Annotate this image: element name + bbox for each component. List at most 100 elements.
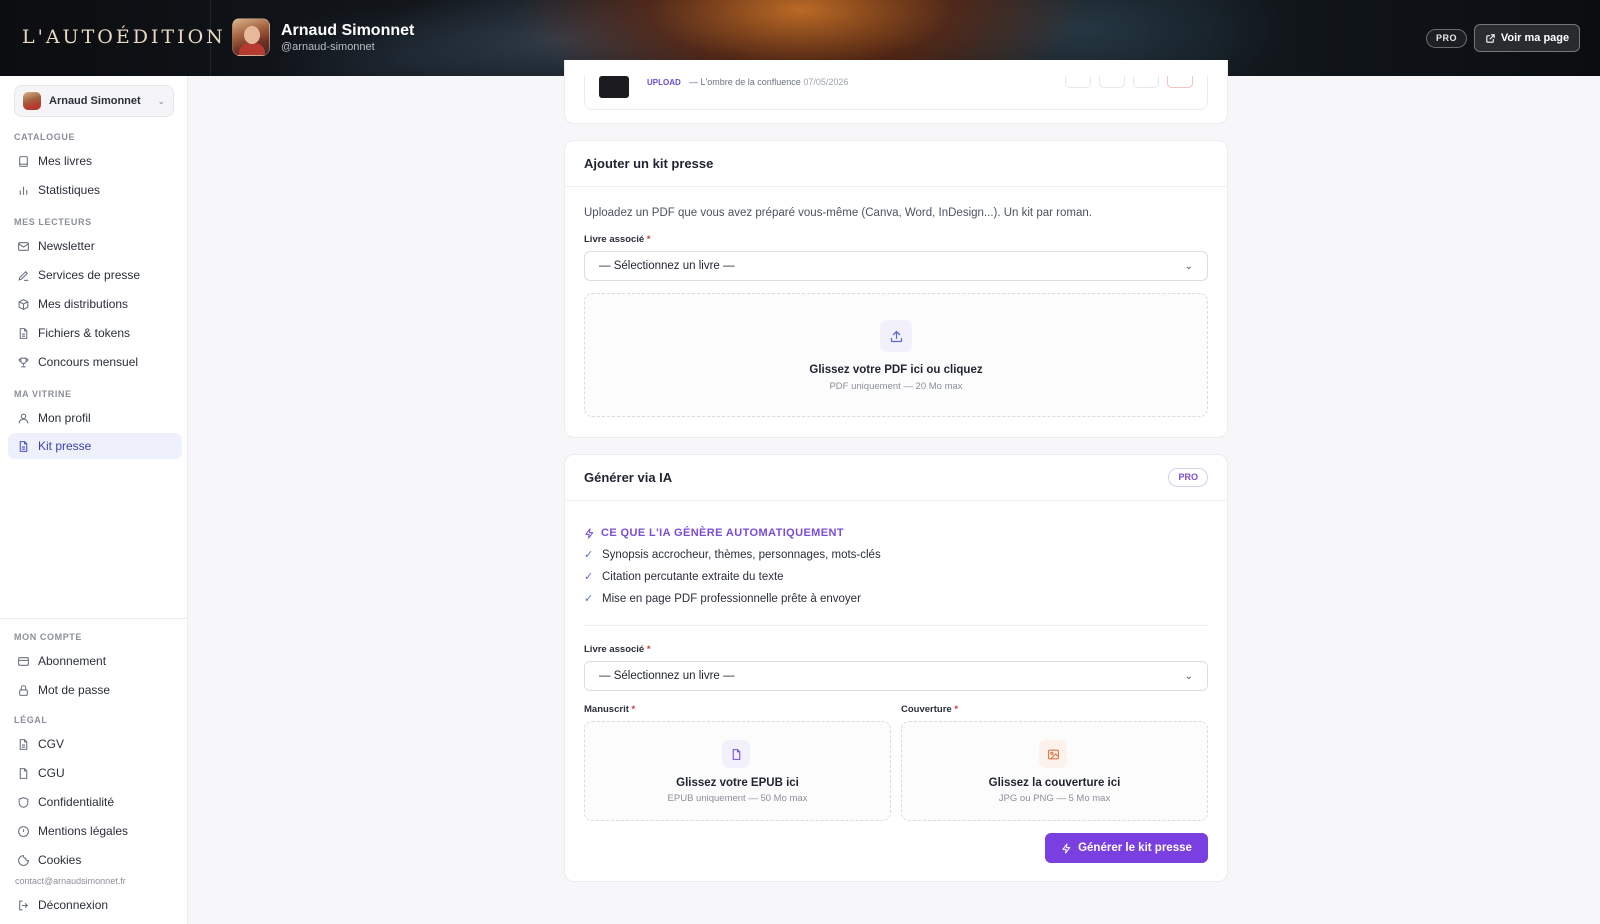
header-user-handle: @arnaud-simonnet xyxy=(281,41,375,53)
sidebar-item-profile[interactable]: Mon profil xyxy=(8,405,182,431)
section-label-readers: MES LECTEURS xyxy=(14,217,92,227)
card-header: Générer via IA PRO xyxy=(565,455,1227,501)
sidebar-divider xyxy=(0,618,188,619)
dropzone-subtitle: PDF uniquement — 20 Mo max xyxy=(829,381,963,392)
view-action-button[interactable] xyxy=(1065,76,1091,88)
logout-button[interactable]: Déconnexion xyxy=(8,892,182,918)
view-page-button[interactable]: Voir ma page xyxy=(1474,24,1580,52)
brand-logo[interactable]: L'AUTOÉDITION xyxy=(22,26,226,48)
sidebar-item-press[interactable]: Services de presse xyxy=(8,262,182,288)
sidebar-item-cgu[interactable]: CGU xyxy=(8,760,182,786)
dropzone-subtitle: JPG ou PNG — 5 Mo max xyxy=(998,793,1111,804)
row-book-title: — L'ombre de la confluence xyxy=(689,77,801,87)
sidebar-item-label: Newsletter xyxy=(38,239,95,253)
ai-generate-card: Générer via IA PRO CE QUE L'IA GÉNÈRE AU… xyxy=(564,454,1228,882)
sidebar-item-cookies[interactable]: Cookies xyxy=(8,847,182,873)
header-user-name: Arnaud Simonnet xyxy=(281,22,415,39)
sidebar-item-files[interactable]: Fichiers & tokens xyxy=(8,320,182,346)
required-marker: * xyxy=(646,234,651,245)
pro-badge: PRO xyxy=(1426,29,1468,48)
account-name: Arnaud Simonnet xyxy=(49,95,141,107)
sidebar-item-label: Statistiques xyxy=(38,183,101,197)
sidebar-item-books[interactable]: Mes livres xyxy=(8,148,182,174)
sidebar-item-stats[interactable]: Statistiques xyxy=(8,177,182,203)
book-select[interactable]: — Sélectionnez un livre — ⌄ xyxy=(584,251,1208,281)
required-marker: * xyxy=(954,704,959,715)
sidebar-item-label: Mes distributions xyxy=(38,297,129,311)
file-icon xyxy=(16,326,30,340)
sidebar-item-label: Mentions légales xyxy=(38,824,129,838)
lightning-icon xyxy=(1062,842,1071,854)
trophy-icon xyxy=(16,355,30,369)
external-link-icon xyxy=(1486,33,1495,43)
card-title: Ajouter un kit presse xyxy=(584,156,714,171)
sidebar-item-contest[interactable]: Concours mensuel xyxy=(8,349,182,375)
section-label-catalogue: CATALOGUE xyxy=(14,132,76,142)
feature-text: Synopsis accrocheur, thèmes, personnages… xyxy=(602,548,881,561)
lightning-icon xyxy=(585,527,594,539)
upload-description: Uploadez un PDF que vous avez préparé vo… xyxy=(584,207,1092,219)
book-icon xyxy=(16,154,30,168)
avatar[interactable] xyxy=(232,18,270,56)
book-field-label: Livre associé * xyxy=(584,234,651,245)
logout-icon xyxy=(16,898,30,912)
required-marker: * xyxy=(631,704,636,715)
epub-dropzone[interactable]: Glissez votre EPUB ici EPUB uniquement —… xyxy=(584,721,891,821)
edit-action-button[interactable] xyxy=(1133,76,1159,88)
view-page-label: Voir ma page xyxy=(1500,32,1570,44)
sidebar-item-distributions[interactable]: Mes distributions xyxy=(8,291,182,317)
cookie-icon xyxy=(16,853,30,867)
contact-email: contact@arnaudsimonnet.fr xyxy=(15,876,126,886)
sidebar-item-presskit[interactable]: Kit presse xyxy=(8,433,182,459)
header-divider xyxy=(210,0,211,76)
feature-item: ✓ Mise en page PDF professionnelle prête… xyxy=(584,592,861,606)
delete-action-button[interactable] xyxy=(1167,76,1193,88)
pro-badge: PRO xyxy=(1168,468,1208,487)
sidebar-item-label: Mon profil xyxy=(38,411,91,425)
credit-card-icon xyxy=(16,654,30,668)
ai-book-select[interactable]: — Sélectionnez un livre — ⌄ xyxy=(584,661,1208,691)
book-thumbnail xyxy=(599,76,629,98)
chevron-down-icon: ⌄ xyxy=(157,95,165,106)
press-kit-title: — L'ombre de la confluence 07/05/2026 xyxy=(689,77,848,87)
cover-label-text: Couverture xyxy=(901,704,952,715)
sidebar-item-cgv[interactable]: CGV xyxy=(8,731,182,757)
sidebar-item-privacy[interactable]: Confidentialité xyxy=(8,789,182,815)
sidebar-item-label: CGV xyxy=(38,737,65,751)
dropzone-title: Glissez la couverture ici xyxy=(988,777,1121,789)
sidebar-item-label: Fichiers & tokens xyxy=(38,326,131,340)
file-icon xyxy=(722,740,750,768)
sidebar-item-label: Cookies xyxy=(38,853,82,867)
press-kits-list-card: UPLOAD — L'ombre de la confluence 07/05/… xyxy=(564,60,1228,124)
sidebar-item-password[interactable]: Mot de passe xyxy=(8,677,182,703)
sidebar-item-legal[interactable]: Mentions légales xyxy=(8,818,182,844)
check-icon: ✓ xyxy=(584,593,594,605)
generate-press-kit-button[interactable]: Générer le kit presse xyxy=(1045,833,1208,863)
chevron-down-icon: ⌄ xyxy=(1184,260,1193,272)
dropzone-subtitle: EPUB uniquement — 50 Mo max xyxy=(667,793,808,804)
info-icon xyxy=(16,824,30,838)
feature-text: Citation percutante extraite du texte xyxy=(602,570,784,583)
file-icon xyxy=(16,737,30,751)
cover-field-label: Couverture * xyxy=(901,704,958,715)
section-label-legal: LÉGAL xyxy=(14,715,48,725)
section-label-account: MON COMPTE xyxy=(14,632,82,642)
pdf-dropzone[interactable]: Glissez votre PDF ici ou cliquez PDF uni… xyxy=(584,293,1208,417)
sidebar-item-newsletter[interactable]: Newsletter xyxy=(8,233,182,259)
sidebar-item-label: Abonnement xyxy=(38,654,107,668)
image-icon xyxy=(1039,740,1067,768)
download-action-button[interactable] xyxy=(1099,76,1125,88)
account-selector[interactable]: Arnaud Simonnet ⌄ xyxy=(14,85,174,117)
shield-icon xyxy=(16,795,30,809)
sidebar-item-label: Services de presse xyxy=(38,268,141,282)
upload-press-kit-card: Ajouter un kit presse Uploadez un PDF qu… xyxy=(564,140,1228,438)
mail-icon xyxy=(16,239,30,253)
dropzone-title: Glissez votre EPUB ici xyxy=(676,777,799,789)
sidebar: Arnaud Simonnet ⌄ CATALOGUE Mes livres S… xyxy=(0,76,188,924)
sidebar-item-subscription[interactable]: Abonnement xyxy=(8,648,182,674)
sidebar-item-label: Mot de passe xyxy=(38,683,111,697)
cover-dropzone[interactable]: Glissez la couverture ici JPG ou PNG — 5… xyxy=(901,721,1208,821)
user-icon xyxy=(16,411,30,425)
card-header: Ajouter un kit presse xyxy=(565,141,1227,187)
manuscript-field-label: Manuscrit * xyxy=(584,704,635,715)
